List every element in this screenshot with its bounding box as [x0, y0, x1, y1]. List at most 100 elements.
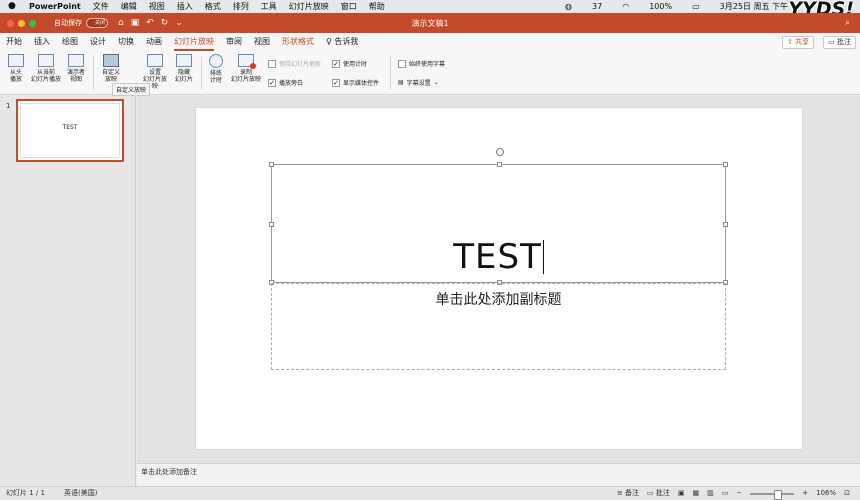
menu-format[interactable]: 格式	[205, 0, 221, 13]
redo-icon[interactable]: ↻	[161, 18, 169, 28]
menu-help[interactable]: 帮助	[369, 0, 385, 13]
home-icon[interactable]: ⌂	[118, 18, 124, 28]
tab-home[interactable]: 开始	[6, 33, 22, 51]
share-icon: ⇧	[786, 38, 795, 46]
slide-thumbnail[interactable]: TEST	[16, 99, 124, 162]
wifi-icon[interactable]: ◠	[622, 0, 629, 13]
keep-updated-label: 保持幻灯片更新	[279, 61, 322, 68]
status-menus: ◍ 37 ◠ 100% ▭ 3月25日 周五 下午	[565, 0, 800, 13]
record-icon	[238, 54, 256, 69]
play-current-icon	[38, 54, 54, 67]
subtitle-placeholder-text: 单击此处添加副标题	[435, 292, 562, 308]
apple-icon[interactable]: ●	[8, 0, 17, 13]
menu-file[interactable]: 文件	[93, 0, 109, 13]
autosave: 自动保存 关闭	[54, 18, 108, 28]
clock[interactable]: 3月25日 周五 下午	[720, 0, 788, 13]
slide-thumbnails-pane: 1 TEST	[0, 96, 136, 486]
show-media-checkbox[interactable]: ✓ 显示媒体控件	[332, 78, 379, 87]
resize-handle[interactable]	[269, 222, 274, 227]
subtitle-settings-button[interactable]: ▤ 字幕设置 ⌄	[398, 78, 439, 87]
custom-show-tooltip: 自定义放映	[112, 83, 151, 96]
clock-icon	[209, 54, 223, 68]
customize-toolbar-icon[interactable]: ⌄	[175, 18, 183, 28]
always-subtitles-checkbox[interactable]: 始终使用字幕	[398, 59, 445, 68]
fit-to-window-icon[interactable]: ⊡	[844, 487, 850, 500]
resize-handle[interactable]	[723, 162, 728, 167]
menu-view[interactable]: 视图	[149, 0, 165, 13]
ribbon-divider	[201, 56, 202, 90]
menu-tools[interactable]: 工具	[261, 0, 277, 13]
custom-show-button[interactable]: 自定义 放映	[96, 54, 126, 83]
tab-transitions[interactable]: 切换	[118, 33, 134, 51]
ribbon-divider	[390, 56, 391, 90]
hide-slide-icon	[176, 54, 192, 67]
tab-shape-format[interactable]: 形状格式	[282, 33, 314, 51]
app-menu[interactable]: PowerPoint	[29, 0, 81, 13]
menu-arrange[interactable]: 排列	[233, 0, 249, 13]
tab-insert[interactable]: 插入	[34, 33, 50, 51]
title-placeholder[interactable]: TEST	[269, 162, 728, 285]
tab-slideshow[interactable]: 幻灯片放映	[174, 33, 214, 51]
menu-slideshow[interactable]: 幻灯片放映	[289, 0, 329, 13]
use-timings-label: 使用计时	[343, 61, 368, 68]
share-button[interactable]: ⇧ 共享	[781, 36, 814, 49]
presenter-view-button[interactable]: 演示者 视图	[63, 54, 89, 83]
play-from-start-button[interactable]: 从头 播放	[3, 54, 29, 83]
subtitle-icon: ▤	[398, 79, 404, 86]
slideshow-view-icon[interactable]: ▭	[722, 487, 729, 500]
close-window-button[interactable]	[7, 19, 14, 27]
subtitle-placeholder[interactable]: 单击此处添加副标题	[271, 283, 726, 370]
tab-animations[interactable]: 动画	[146, 33, 162, 51]
resize-handle[interactable]	[723, 222, 728, 227]
notes-toggle[interactable]: ≡ 备注	[617, 487, 639, 500]
resize-handle[interactable]	[269, 162, 274, 167]
tab-review[interactable]: 审阅	[226, 33, 242, 51]
zoom-out-icon[interactable]: −	[736, 487, 742, 500]
slide-number: 1	[6, 102, 11, 110]
tab-draw[interactable]: 绘图	[62, 33, 78, 51]
mac-menubar: ● PowerPoint 文件 编辑 视图 插入 格式 排列 工具 幻灯片放映 …	[0, 0, 860, 13]
zoom-level[interactable]: 106%	[816, 487, 836, 500]
zoom-window-button[interactable]	[29, 19, 36, 27]
save-icon[interactable]: ▣	[131, 18, 140, 28]
hide-slide-label: 隐藏 幻灯片	[174, 69, 193, 83]
hide-slide-button[interactable]: 隐藏 幻灯片	[171, 54, 197, 83]
rotate-handle-icon[interactable]	[496, 148, 504, 156]
comments-button[interactable]: ▭ 批注	[823, 36, 856, 49]
tab-view[interactable]: 视图	[254, 33, 270, 51]
slide[interactable]: TEST 单击此处添加副标题	[196, 108, 802, 449]
autosave-toggle[interactable]: 关闭	[86, 18, 108, 28]
tell-me[interactable]: ♀ 告诉我	[326, 33, 358, 51]
minimize-window-button[interactable]	[18, 19, 25, 27]
wechat-icon[interactable]: ◍	[565, 0, 572, 13]
autosave-label: 自动保存	[54, 19, 82, 27]
search-icon[interactable]: ⌕	[845, 18, 850, 28]
resize-handle[interactable]	[497, 162, 502, 167]
zoom-slider[interactable]	[750, 489, 795, 500]
tab-design[interactable]: 设计	[90, 33, 106, 51]
keep-updated-checkbox[interactable]: 保持幻灯片更新	[268, 59, 321, 68]
reading-view-icon[interactable]: ▥	[707, 487, 714, 500]
window-titlebar: 自动保存 关闭 ⌂ ▣ ↶ ↻ ⌄ 演示文稿1 ⌕	[0, 13, 860, 33]
play-from-current-button[interactable]: 从当前 幻灯片播放	[29, 54, 63, 83]
notes-pane[interactable]: 单击此处添加备注	[137, 463, 860, 486]
ribbon-tabs: 开始 插入 绘图 设计 切换 动画 幻灯片放映 审阅 视图 形状格式 ♀ 告诉我…	[0, 33, 860, 51]
play-narration-checkbox[interactable]: ✓ 播放旁白	[268, 78, 303, 87]
slide-sorter-icon[interactable]: ▦	[692, 487, 699, 500]
comments-toggle[interactable]: ▭ 批注	[647, 487, 670, 500]
record-slideshow-button[interactable]: 录制 幻灯片放映	[229, 54, 263, 83]
slide-title[interactable]: TEST	[272, 237, 725, 277]
normal-view-icon[interactable]: ▣	[678, 487, 685, 500]
language-indicator[interactable]: 英语(美国)	[64, 487, 97, 500]
rehearse-timings-button[interactable]: 排练 计时	[203, 54, 229, 84]
thumbnail-text: TEST	[20, 103, 120, 158]
menu-edit[interactable]: 编辑	[121, 0, 137, 13]
share-label: 共享	[795, 38, 809, 46]
use-timings-checkbox[interactable]: ✓ 使用计时	[332, 59, 367, 68]
menu-insert[interactable]: 插入	[177, 0, 193, 13]
undo-icon[interactable]: ↶	[146, 18, 154, 28]
slide-canvas: TEST 单击此处添加副标题	[137, 96, 860, 463]
battery-icon[interactable]: ▭	[692, 0, 700, 13]
menu-window[interactable]: 窗口	[341, 0, 357, 13]
zoom-in-icon[interactable]: +	[802, 487, 808, 500]
